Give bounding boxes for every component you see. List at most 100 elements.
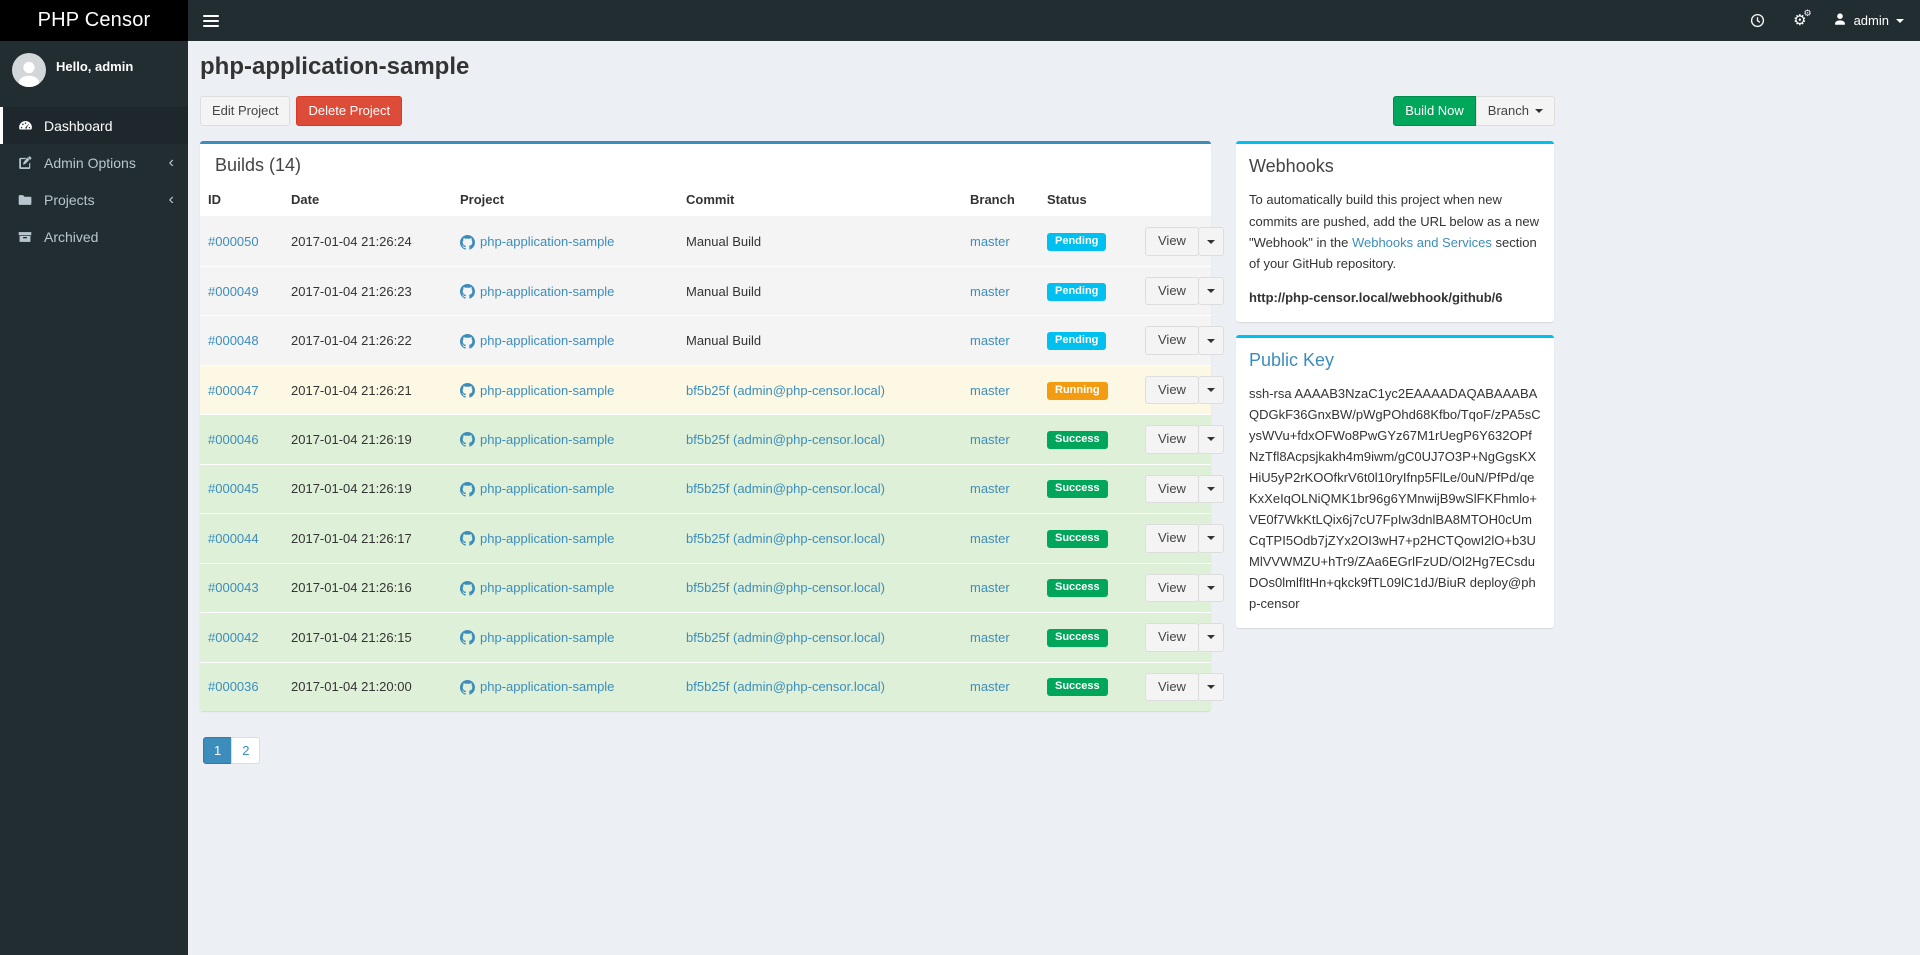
view-build-button[interactable]: View	[1145, 375, 1199, 405]
public-key-panel-title[interactable]: Public Key	[1236, 338, 1554, 375]
pagination: 12	[203, 736, 261, 764]
build-date: 2017-01-04 21:26:19	[283, 414, 452, 465]
public-key-panel: Public Key ssh-rsa AAAAB3NzaC1yc2EAAAADA…	[1236, 334, 1554, 629]
build-id-link[interactable]: #000043	[208, 580, 259, 595]
build-id-link[interactable]: #000048	[208, 333, 259, 348]
project-link[interactable]: php-application-sample	[460, 678, 614, 696]
view-dropdown-button[interactable]	[1197, 425, 1224, 454]
project-link[interactable]: php-application-sample	[460, 480, 614, 498]
view-build-button[interactable]: View	[1145, 623, 1199, 652]
sidebar-item-archived[interactable]: Archived	[0, 218, 188, 255]
commit-link[interactable]: bf5b25f (admin@php-censor.local)	[686, 383, 885, 398]
branch-dropdown-button[interactable]: Branch	[1475, 96, 1555, 127]
project-link[interactable]: php-application-sample	[460, 282, 614, 300]
view-build-button[interactable]: View	[1145, 672, 1199, 701]
pagination-page-1[interactable]: 1	[203, 736, 233, 764]
build-date: 2017-01-04 21:26:24	[283, 216, 452, 267]
commit-link[interactable]: bf5b25f (admin@php-censor.local)	[686, 630, 885, 645]
project-link[interactable]: php-application-sample	[460, 628, 614, 646]
branch-link[interactable]: master	[970, 284, 1010, 299]
branch-link[interactable]: master	[970, 234, 1010, 249]
build-date: 2017-01-04 21:26:19	[283, 463, 452, 514]
webhooks-panel-title: Webhooks	[1249, 156, 1334, 177]
build-date: 2017-01-04 21:20:00	[283, 661, 452, 711]
view-dropdown-button[interactable]	[1197, 623, 1224, 652]
build-now-button[interactable]: Build Now	[1393, 96, 1476, 127]
view-dropdown-button[interactable]	[1197, 375, 1224, 405]
branch-link[interactable]: master	[970, 333, 1010, 348]
commit-link[interactable]: bf5b25f (admin@php-censor.local)	[686, 531, 885, 546]
view-dropdown-button[interactable]	[1197, 474, 1224, 504]
branch-link[interactable]: master	[970, 531, 1010, 546]
view-dropdown-button[interactable]	[1197, 672, 1224, 701]
branch-link[interactable]: master	[970, 630, 1010, 645]
build-id-link[interactable]: #000042	[208, 630, 259, 645]
branch-link[interactable]: master	[970, 580, 1010, 595]
build-id-link[interactable]: #000047	[208, 383, 259, 398]
build-id-link[interactable]: #000050	[208, 234, 259, 249]
user-name: admin	[1853, 13, 1889, 28]
github-icon	[460, 529, 475, 547]
status-badge: Pending	[1047, 332, 1107, 351]
edit-project-button[interactable]: Edit Project	[200, 96, 291, 127]
build-date: 2017-01-04 21:26:22	[283, 315, 452, 366]
build-row: #000043 2017-01-04 21:26:16 php-applicatio…	[200, 562, 1224, 613]
user-menu-button[interactable]: admin	[1833, 12, 1904, 29]
build-id-link[interactable]: #000049	[208, 284, 259, 299]
settings-button[interactable]: ⚙ ⚙	[1793, 10, 1811, 28]
view-build-button[interactable]: View	[1145, 524, 1199, 553]
pagination-page-2[interactable]: 2	[231, 736, 261, 764]
build-id-link[interactable]: #000045	[208, 481, 259, 496]
build-id-link[interactable]: #000036	[208, 679, 259, 694]
sidebar-item-projects[interactable]: Projects ‹	[0, 181, 188, 218]
view-dropdown-button[interactable]	[1197, 227, 1224, 256]
view-dropdown-button[interactable]	[1197, 573, 1224, 603]
build-id-link[interactable]: #000046	[208, 432, 259, 447]
build-row: #000045 2017-01-04 21:26:19 php-applicatio…	[200, 463, 1224, 514]
build-row: #000046 2017-01-04 21:26:19 php-applicatio…	[200, 414, 1224, 465]
github-icon	[460, 381, 475, 399]
project-link[interactable]: php-application-sample	[460, 579, 614, 597]
build-timeline-button[interactable]	[1750, 13, 1765, 28]
project-link[interactable]: php-application-sample	[460, 332, 614, 350]
view-build-button[interactable]: View	[1145, 573, 1199, 603]
view-build-button[interactable]: View	[1145, 276, 1199, 306]
build-id-link[interactable]: #000044	[208, 531, 259, 546]
commit-link[interactable]: bf5b25f (admin@php-censor.local)	[686, 432, 885, 447]
commit-link[interactable]: bf5b25f (admin@php-censor.local)	[686, 679, 885, 694]
status-badge: Running	[1047, 381, 1108, 400]
project-link[interactable]: php-application-sample	[460, 381, 614, 399]
branch-link[interactable]: master	[970, 481, 1010, 496]
view-dropdown-button[interactable]	[1197, 276, 1224, 306]
sidebar-item-dashboard[interactable]: Dashboard	[0, 107, 188, 144]
view-build-button[interactable]: View	[1145, 326, 1199, 355]
branch-link[interactable]: master	[970, 432, 1010, 447]
view-build-button[interactable]: View	[1145, 227, 1199, 256]
page-title: php-application-sample	[200, 53, 470, 80]
dashboard-icon	[18, 118, 36, 133]
chevron-left-icon: ‹	[168, 190, 174, 208]
view-dropdown-button[interactable]	[1197, 326, 1224, 355]
build-row: #000044 2017-01-04 21:26:17 php-applicatio…	[200, 513, 1224, 564]
builds-table-header: ID Date Project Commit Branch Status	[200, 183, 1211, 218]
view-build-button[interactable]: View	[1145, 425, 1199, 454]
view-build-button[interactable]: View	[1145, 474, 1199, 504]
top-navbar: PHP Censor ⚙ ⚙ admin	[0, 0, 1920, 41]
commit-link[interactable]: bf5b25f (admin@php-censor.local)	[686, 481, 885, 496]
project-link[interactable]: php-application-sample	[460, 430, 614, 448]
view-dropdown-button[interactable]	[1197, 524, 1224, 553]
brand-logo[interactable]: PHP Censor	[0, 0, 188, 41]
status-badge: Success	[1047, 579, 1108, 598]
sidebar-toggle-button[interactable]	[188, 0, 234, 41]
webhooks-services-link[interactable]: Webhooks and Services	[1352, 235, 1492, 250]
project-link[interactable]: php-application-sample	[460, 529, 614, 547]
delete-project-button[interactable]: Delete Project	[296, 96, 403, 127]
sidebar-item-label: Archived	[44, 228, 99, 245]
commit-link[interactable]: bf5b25f (admin@php-censor.local)	[686, 580, 885, 595]
status-badge: Success	[1047, 480, 1108, 499]
branch-link[interactable]: master	[970, 679, 1010, 694]
branch-link[interactable]: master	[970, 383, 1010, 398]
sidebar-item-admin-options[interactable]: Admin Options ‹	[0, 144, 188, 181]
github-icon	[460, 628, 475, 646]
project-link[interactable]: php-application-sample	[460, 233, 614, 251]
